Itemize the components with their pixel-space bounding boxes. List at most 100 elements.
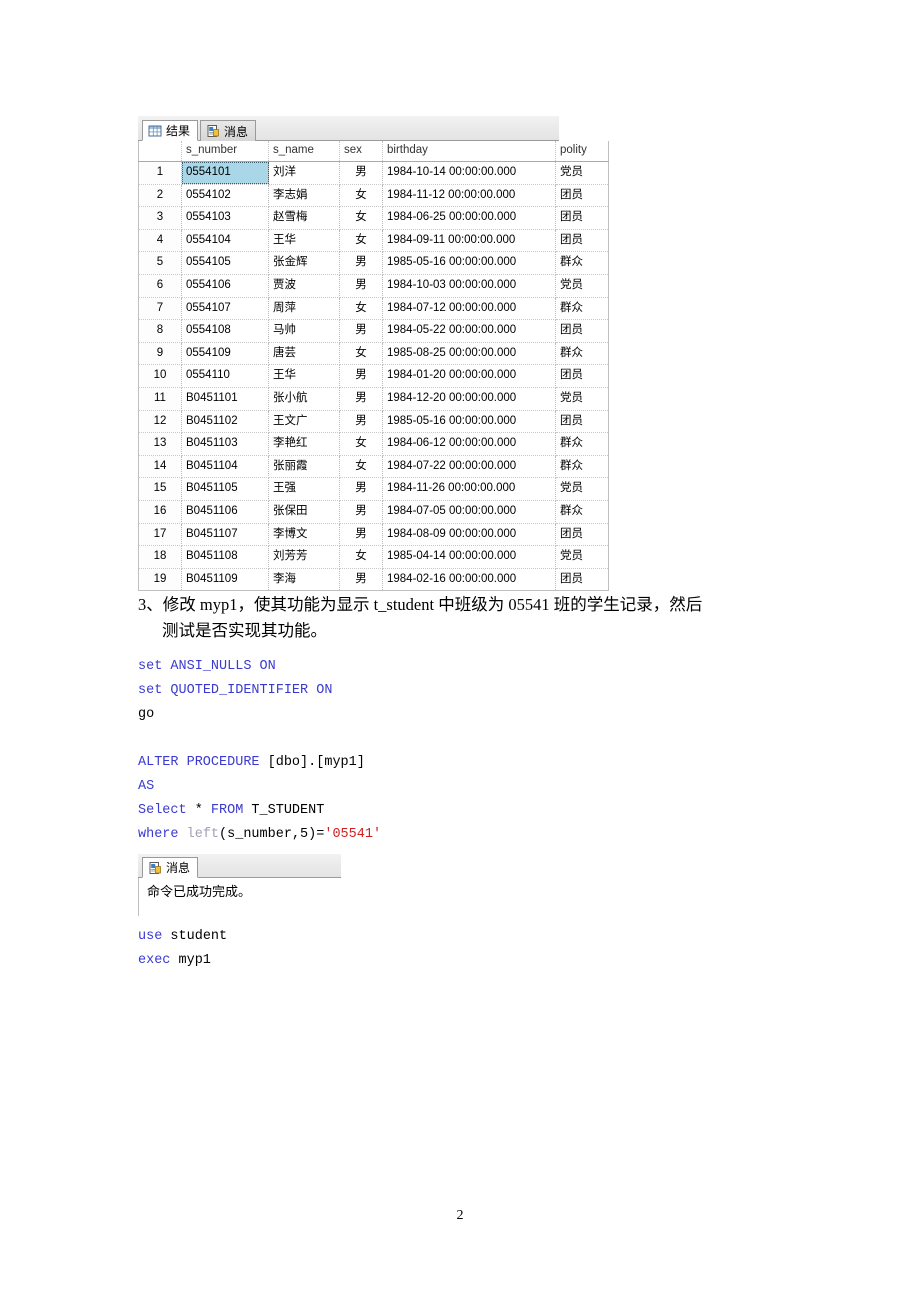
cell-birthday[interactable]: 1985-04-14 00:00:00.000 (382, 545, 556, 569)
cell-s_name[interactable]: 李博文 (268, 523, 340, 547)
cell-sex[interactable]: 男 (339, 161, 383, 185)
cell-s_name[interactable]: 周萍 (268, 297, 340, 321)
cell-polity[interactable]: 团员 (555, 184, 609, 208)
cell-s_name[interactable]: 唐芸 (268, 342, 340, 366)
cell-polity[interactable]: 党员 (555, 545, 609, 569)
cell-sex[interactable]: 女 (339, 432, 383, 456)
table-row[interactable]: 9 0554109 唐芸女 1985-08-25 00:00:00.000 群众 (138, 342, 609, 366)
cell-birthday[interactable]: 1984-07-12 00:00:00.000 (382, 297, 556, 321)
cell-birthday[interactable]: 1984-02-16 00:00:00.000 (382, 568, 556, 592)
cell-s_name[interactable]: 张保田 (268, 500, 340, 524)
cell-birthday[interactable]: 1984-06-12 00:00:00.000 (382, 432, 556, 456)
cell-birthday[interactable]: 1984-12-20 00:00:00.000 (382, 387, 556, 411)
cell-s_number[interactable]: 0554101 (181, 161, 269, 185)
cell-rownum[interactable]: 5 (138, 251, 182, 275)
table-row[interactable]: 15 B0451105 王强男 1984-11-26 00:00:00.000 党员 (138, 477, 609, 501)
cell-rownum[interactable]: 13 (138, 432, 182, 456)
cell-s_name[interactable]: 张丽霞 (268, 455, 340, 479)
cell-s_name[interactable]: 王华 (268, 229, 340, 253)
cell-s_number[interactable]: B0451107 (181, 523, 269, 547)
cell-rownum[interactable]: 11 (138, 387, 182, 411)
cell-sex[interactable]: 男 (339, 523, 383, 547)
table-row[interactable]: 1 0554101 刘洋男 1984-10-14 00:00:00.000 党员 (138, 161, 609, 185)
cell-sex[interactable]: 男 (339, 387, 383, 411)
cell-s_number[interactable]: B0451102 (181, 410, 269, 434)
table-row[interactable]: 10 0554110 王华男 1984-01-20 00:00:00.000 团员 (138, 364, 609, 388)
col-header-sex[interactable]: sex (339, 141, 383, 162)
cell-s_name[interactable]: 张小航 (268, 387, 340, 411)
cell-birthday[interactable]: 1984-10-14 00:00:00.000 (382, 161, 556, 185)
cell-sex[interactable]: 女 (339, 545, 383, 569)
cell-s_number[interactable]: 0554107 (181, 297, 269, 321)
cell-polity[interactable]: 团员 (555, 364, 609, 388)
col-header-s_name[interactable]: s_name (268, 141, 340, 162)
cell-rownum[interactable]: 14 (138, 455, 182, 479)
col-header-rownum[interactable] (138, 141, 182, 162)
table-row[interactable]: 12 B0451102 王文广男 1985-05-16 00:00:00.000 团员 (138, 410, 609, 434)
cell-s_number[interactable]: B0451105 (181, 477, 269, 501)
col-header-polity[interactable]: polity (555, 141, 609, 162)
cell-sex[interactable]: 女 (339, 455, 383, 479)
table-row[interactable]: 7 0554107 周萍女 1984-07-12 00:00:00.000 群众 (138, 297, 609, 321)
cell-s_number[interactable]: 0554108 (181, 319, 269, 343)
cell-polity[interactable]: 群众 (555, 432, 609, 456)
tab-messages[interactable]: 消息 (200, 120, 257, 141)
cell-s_number[interactable]: 0554104 (181, 229, 269, 253)
table-row[interactable]: 2 0554102 李志娟女 1984-11-12 00:00:00.000 团员 (138, 184, 609, 208)
table-row[interactable]: 14 B0451104 张丽霞女 1984-07-22 00:00:00.000 群众 (138, 455, 609, 479)
cell-birthday[interactable]: 1984-07-22 00:00:00.000 (382, 455, 556, 479)
col-header-s_number[interactable]: s_number (181, 141, 269, 162)
table-row[interactable]: 19 B0451109 李海男 1984-02-16 00:00:00.000 团员 (138, 568, 609, 592)
cell-sex[interactable]: 男 (339, 319, 383, 343)
cell-birthday[interactable]: 1984-11-26 00:00:00.000 (382, 477, 556, 501)
cell-s_name[interactable]: 刘洋 (268, 161, 340, 185)
cell-sex[interactable]: 女 (339, 229, 383, 253)
cell-rownum[interactable]: 8 (138, 319, 182, 343)
tab-messages-only[interactable]: 消息 (142, 857, 199, 878)
cell-s_name[interactable]: 马帅 (268, 319, 340, 343)
cell-s_number[interactable]: B0451106 (181, 500, 269, 524)
cell-sex[interactable]: 女 (339, 206, 383, 230)
cell-s_name[interactable]: 李艳红 (268, 432, 340, 456)
cell-s_name[interactable]: 赵雪梅 (268, 206, 340, 230)
table-row[interactable]: 5 0554105 张金辉男 1985-05-16 00:00:00.000 群众 (138, 251, 609, 275)
cell-sex[interactable]: 男 (339, 410, 383, 434)
cell-polity[interactable]: 团员 (555, 206, 609, 230)
cell-rownum[interactable]: 19 (138, 568, 182, 592)
cell-birthday[interactable]: 1984-10-03 00:00:00.000 (382, 274, 556, 298)
cell-sex[interactable]: 男 (339, 477, 383, 501)
cell-polity[interactable]: 群众 (555, 342, 609, 366)
cell-birthday[interactable]: 1984-06-25 00:00:00.000 (382, 206, 556, 230)
cell-sex[interactable]: 男 (339, 274, 383, 298)
table-row[interactable]: 18 B0451108 刘芳芳女 1985-04-14 00:00:00.000 党员 (138, 545, 609, 569)
table-row[interactable]: 17 B0451107 李博文男 1984-08-09 00:00:00.000 团员 (138, 523, 609, 547)
cell-s_number[interactable]: 0554102 (181, 184, 269, 208)
cell-polity[interactable]: 党员 (555, 477, 609, 501)
cell-birthday[interactable]: 1985-05-16 00:00:00.000 (382, 251, 556, 275)
cell-s_number[interactable]: B0451101 (181, 387, 269, 411)
cell-polity[interactable]: 团员 (555, 319, 609, 343)
cell-birthday[interactable]: 1984-08-09 00:00:00.000 (382, 523, 556, 547)
cell-birthday[interactable]: 1985-05-16 00:00:00.000 (382, 410, 556, 434)
cell-s_number[interactable]: 0554103 (181, 206, 269, 230)
table-row[interactable]: 8 0554108 马帅男 1984-05-22 00:00:00.000 团员 (138, 319, 609, 343)
cell-rownum[interactable]: 7 (138, 297, 182, 321)
cell-sex[interactable]: 男 (339, 251, 383, 275)
cell-polity[interactable]: 团员 (555, 523, 609, 547)
cell-birthday[interactable]: 1984-09-11 00:00:00.000 (382, 229, 556, 253)
cell-s_name[interactable]: 王文广 (268, 410, 340, 434)
cell-sex[interactable]: 男 (339, 568, 383, 592)
cell-rownum[interactable]: 17 (138, 523, 182, 547)
cell-s_name[interactable]: 张金辉 (268, 251, 340, 275)
cell-polity[interactable]: 群众 (555, 251, 609, 275)
cell-sex[interactable]: 女 (339, 184, 383, 208)
cell-s_name[interactable]: 贾波 (268, 274, 340, 298)
cell-rownum[interactable]: 15 (138, 477, 182, 501)
cell-birthday[interactable]: 1984-05-22 00:00:00.000 (382, 319, 556, 343)
cell-polity[interactable]: 团员 (555, 229, 609, 253)
cell-s_number[interactable]: 0554106 (181, 274, 269, 298)
cell-birthday[interactable]: 1984-01-20 00:00:00.000 (382, 364, 556, 388)
cell-rownum[interactable]: 6 (138, 274, 182, 298)
tab-results[interactable]: 结果 (142, 120, 199, 141)
cell-polity[interactable]: 群众 (555, 500, 609, 524)
